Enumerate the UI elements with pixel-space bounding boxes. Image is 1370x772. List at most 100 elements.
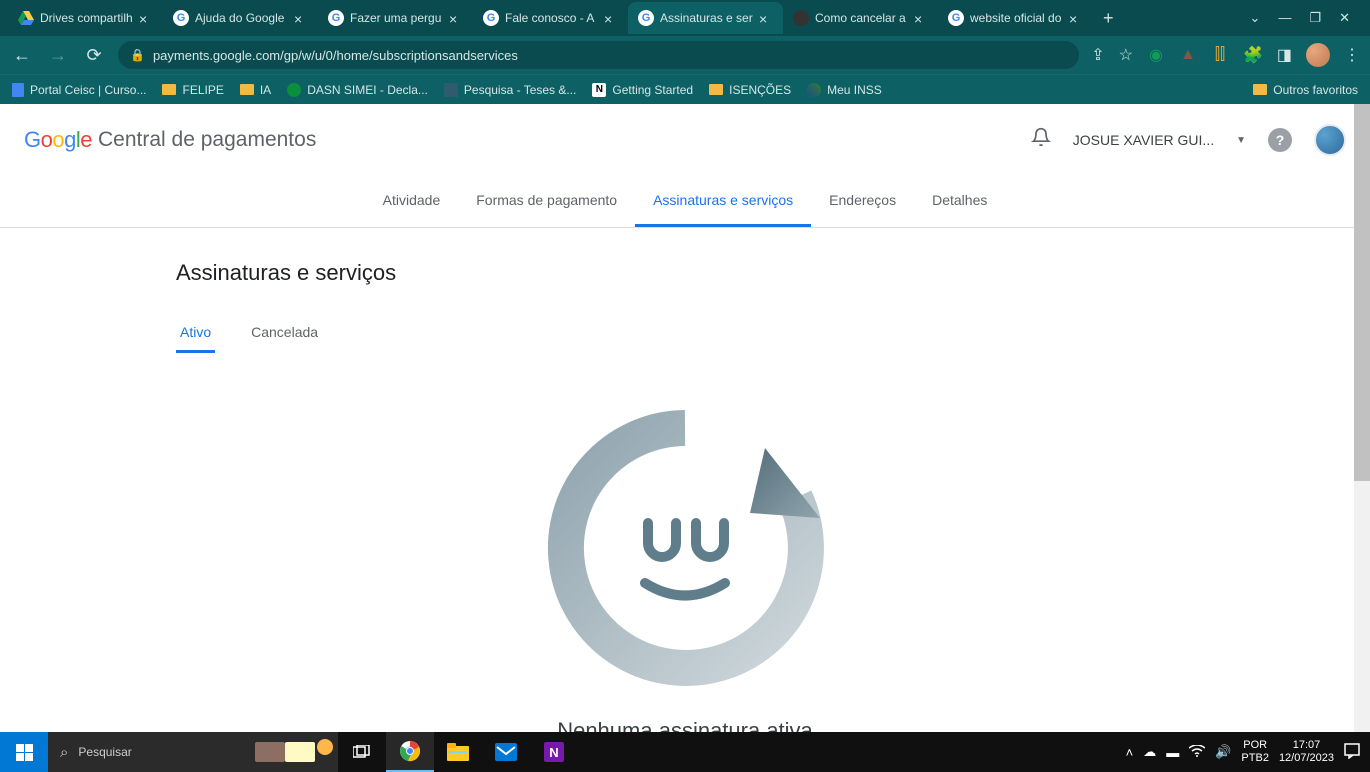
onenote-taskbar-icon[interactable]: N — [530, 732, 578, 772]
notion-icon: N — [592, 83, 606, 97]
extension-icon[interactable]: ◉ — [1147, 46, 1165, 64]
minimize-button[interactable]: — — [1278, 10, 1291, 26]
nav-formas-pagamento[interactable]: Formas de pagamento — [458, 176, 635, 227]
sidepanel-icon[interactable]: ◨ — [1277, 45, 1292, 65]
clock[interactable]: 17:07 12/07/2023 — [1279, 739, 1334, 765]
google-favicon: G — [948, 10, 964, 26]
new-tab-button[interactable]: + — [1093, 8, 1124, 29]
browser-tab[interactable]: G Fale conosco - A × — [473, 2, 628, 34]
search-placeholder: Pesquisar — [78, 745, 131, 759]
task-view-icon[interactable] — [338, 732, 386, 772]
nav-assinaturas-servicos[interactable]: Assinaturas e serviços — [635, 176, 811, 227]
chrome-taskbar-icon[interactable] — [386, 732, 434, 772]
chevron-down-icon[interactable]: ⌄ — [1250, 10, 1261, 26]
section-title: Assinaturas e serviços — [176, 260, 1194, 286]
system-tray: ˄ ☁ ▬ 🔊 POR PTB2 17:07 12/07/2023 — [1116, 732, 1370, 772]
nav-detalhes[interactable]: Detalhes — [914, 176, 1005, 227]
close-icon[interactable]: × — [914, 11, 928, 25]
browser-tab[interactable]: G Fazer uma pergu × — [318, 2, 473, 34]
close-icon[interactable]: × — [294, 11, 308, 25]
account-avatar[interactable] — [1314, 124, 1346, 156]
bookmark-item[interactable]: DASN SIMEI - Decla... — [287, 83, 428, 97]
folder-icon — [162, 84, 176, 95]
google-logo: Google — [24, 127, 92, 153]
subtab-cancelada[interactable]: Cancelada — [247, 314, 322, 353]
battery-icon[interactable]: ▬ — [1166, 745, 1179, 760]
search-icon: ⌕ — [60, 744, 68, 761]
mail-taskbar-icon[interactable] — [482, 732, 530, 772]
subtab-ativo[interactable]: Ativo — [176, 314, 215, 353]
extension-icon[interactable]: ▲ — [1179, 46, 1197, 64]
url-actions: ⇪ ☆ ◉ ▲ ⫿⫿ 🧩 ◨ ⋮ — [1091, 43, 1360, 67]
other-bookmarks[interactable]: Outros favoritos — [1253, 83, 1358, 97]
back-button[interactable]: ← — [10, 45, 34, 66]
extensions-icon[interactable]: 🧩 — [1243, 45, 1263, 65]
bookmark-item[interactable]: Pesquisa - Teses &... — [444, 83, 577, 97]
close-button[interactable]: ✕ — [1339, 10, 1350, 26]
maximize-button[interactable]: ❐ — [1309, 10, 1321, 26]
tab-title: Fale conosco - A — [505, 11, 598, 25]
taskbar: ⌕ Pesquisar N ˄ ☁ ▬ 🔊 POR PTB2 — [0, 732, 1370, 772]
account-dropdown[interactable]: ▼ — [1236, 135, 1246, 146]
generic-favicon — [793, 10, 809, 26]
tab-bar: Drives compartilh × G Ajuda do Google × … — [0, 0, 1370, 36]
google-favicon: G — [328, 10, 344, 26]
wifi-icon[interactable] — [1189, 745, 1205, 760]
language-indicator[interactable]: POR PTB2 — [1241, 739, 1269, 765]
share-icon[interactable]: ⇪ — [1091, 45, 1104, 65]
scrollbar[interactable] — [1354, 104, 1370, 732]
forward-button[interactable]: → — [46, 45, 70, 66]
empty-heading: Nenhuma assinatura ativa — [176, 718, 1194, 732]
explorer-taskbar-icon[interactable] — [434, 732, 482, 772]
address-bar[interactable]: 🔒 payments.google.com/gp/w/u/0/home/subs… — [118, 41, 1079, 69]
sub-tabs: Ativo Cancelada — [176, 314, 1194, 353]
close-icon[interactable]: × — [139, 11, 153, 25]
nav-enderecos[interactable]: Endereços — [811, 176, 914, 227]
browser-tab[interactable]: G Ajuda do Google × — [163, 2, 318, 34]
green-icon — [287, 83, 301, 97]
url-bar: ← → ⟳ 🔒 payments.google.com/gp/w/u/0/hom… — [0, 36, 1370, 74]
close-icon[interactable]: × — [604, 11, 618, 25]
menu-icon[interactable]: ⋮ — [1344, 45, 1360, 65]
reload-button[interactable]: ⟳ — [82, 45, 106, 66]
close-icon[interactable]: × — [1069, 11, 1083, 25]
profile-avatar[interactable] — [1306, 43, 1330, 67]
tab-title: Fazer uma pergu — [350, 11, 443, 25]
browser-tab[interactable]: Drives compartilh × — [8, 2, 163, 34]
volume-icon[interactable]: 🔊 — [1215, 744, 1231, 760]
bookmark-item[interactable]: Portal Ceisc | Curso... — [12, 83, 146, 97]
bookmark-item[interactable]: FELIPE — [162, 83, 223, 97]
onedrive-icon[interactable]: ☁ — [1143, 744, 1156, 760]
lock-icon: 🔒 — [130, 48, 145, 62]
bookmark-item[interactable]: ISENÇÕES — [709, 83, 791, 97]
notifications-tray-icon[interactable] — [1344, 743, 1360, 762]
browser-chrome: Drives compartilh × G Ajuda do Google × … — [0, 0, 1370, 104]
bookmark-label: Getting Started — [612, 83, 693, 97]
bookmark-label: ISENÇÕES — [729, 83, 791, 97]
square-icon — [444, 83, 458, 97]
doc-icon — [12, 83, 24, 97]
google-favicon: G — [483, 10, 499, 26]
bookmark-item[interactable]: N Getting Started — [592, 83, 693, 97]
bookmark-label: FELIPE — [182, 83, 223, 97]
taskbar-widget[interactable] — [250, 732, 340, 772]
close-icon[interactable]: × — [759, 11, 773, 25]
scrollbar-thumb[interactable] — [1354, 104, 1370, 481]
browser-tab-active[interactable]: G Assinaturas e ser × — [628, 2, 783, 34]
content: Assinaturas e serviços Ativo Cancelada — [0, 228, 1370, 732]
time-label: 17:07 — [1279, 739, 1334, 752]
tray-chevron-icon[interactable]: ˄ — [1126, 745, 1134, 760]
extension-icon[interactable]: ⫿⫿ — [1211, 46, 1229, 64]
bookmark-item[interactable]: IA — [240, 83, 271, 97]
browser-tab[interactable]: G website oficial do × — [938, 2, 1093, 34]
help-icon[interactable]: ? — [1268, 128, 1292, 152]
bookmark-label: Pesquisa - Teses &... — [464, 83, 577, 97]
start-button[interactable] — [0, 732, 48, 772]
nav-atividade[interactable]: Atividade — [365, 176, 459, 227]
notifications-icon[interactable] — [1031, 127, 1051, 153]
browser-tab[interactable]: Como cancelar a × — [783, 2, 938, 34]
close-icon[interactable]: × — [449, 11, 463, 25]
star-icon[interactable]: ☆ — [1119, 45, 1133, 65]
bookmark-label: DASN SIMEI - Decla... — [307, 83, 428, 97]
bookmark-item[interactable]: Meu INSS — [807, 83, 882, 97]
